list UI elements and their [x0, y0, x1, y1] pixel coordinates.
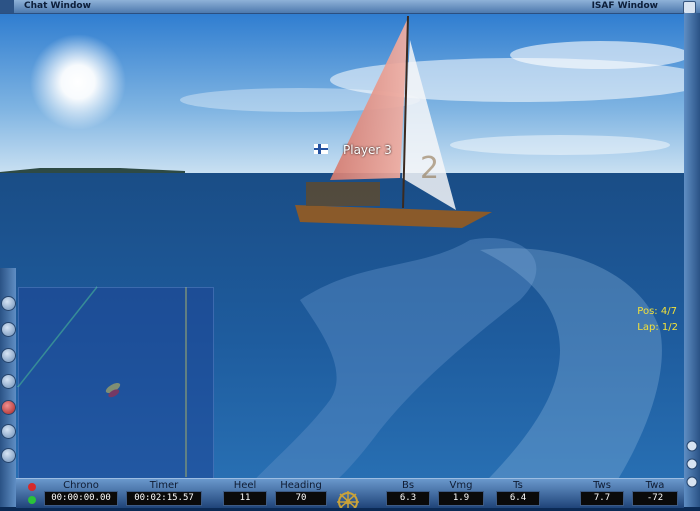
- sun: [30, 34, 126, 130]
- bs-value: 6.3: [386, 491, 430, 506]
- twa-value: -72: [632, 491, 678, 506]
- option-button-1[interactable]: [1, 424, 16, 439]
- vmg-value: 1.9: [438, 491, 484, 506]
- tws-instrument: Tws 7.7: [578, 479, 626, 508]
- ts-instrument: Ts 6.4: [494, 479, 542, 508]
- ts-label: Ts: [513, 480, 523, 491]
- isaf-window-button[interactable]: ISAF Window: [586, 0, 664, 13]
- left-toolbar: [0, 268, 16, 507]
- heading-instrument: Heading 70: [273, 479, 329, 508]
- heading-value: 70: [275, 491, 327, 506]
- option-button-2[interactable]: [1, 448, 16, 463]
- timer-label: Timer: [149, 480, 179, 491]
- chat-window-button[interactable]: Chat Window: [18, 0, 97, 13]
- helm-wheel-icon: [337, 491, 359, 508]
- timer-value: 00:02:15.57: [126, 491, 202, 506]
- race-status: Pos: 4/7 Lap: 1/2: [637, 304, 678, 336]
- heel-label: Heel: [233, 480, 257, 491]
- heel-value: 11: [223, 491, 267, 506]
- heel-instrument: Heel 11: [221, 479, 269, 508]
- vmg-instrument: Vmg 1.9: [436, 479, 486, 508]
- chrono-value: 00:00:00.00: [44, 491, 118, 506]
- tws-label: Tws: [593, 480, 611, 491]
- minimap[interactable]: [18, 287, 214, 479]
- twa-instrument: Twa -72: [630, 479, 680, 508]
- position-readout: Pos: 4/7: [637, 306, 677, 317]
- chrono-label: Chrono: [63, 480, 99, 491]
- finland-flag-icon: [314, 144, 328, 154]
- right-frame: [684, 13, 700, 507]
- bs-instrument: Bs 6.3: [384, 479, 432, 508]
- zoom-in-icon[interactable]: [1, 296, 16, 311]
- start-led-icon[interactable]: [28, 496, 36, 504]
- zoom-out-icon[interactable]: [1, 322, 16, 337]
- player-name-label: Player 3: [343, 143, 392, 157]
- chrono-instrument: Chrono 00:00:00.00: [42, 479, 120, 508]
- lap-readout: Lap: 1/2: [637, 322, 678, 333]
- vmg-label: Vmg: [449, 480, 473, 491]
- tws-value: 7.7: [580, 491, 624, 506]
- map-mode-icon[interactable]: [1, 374, 16, 389]
- stop-led-icon[interactable]: [28, 483, 36, 491]
- top-left-corner: [0, 0, 14, 13]
- sail-number: 2: [420, 151, 439, 186]
- ts-value: 6.4: [496, 491, 540, 506]
- record-icon[interactable]: [1, 400, 16, 415]
- twa-label: Twa: [645, 480, 665, 491]
- view-icon[interactable]: [1, 348, 16, 363]
- heading-label: Heading: [280, 480, 322, 491]
- bs-label: Bs: [401, 480, 415, 491]
- compass-icon: [686, 440, 698, 488]
- timer-instrument: Timer 00:02:15.57: [124, 479, 204, 508]
- top-bar: Chat Window ISAF Window: [0, 0, 700, 14]
